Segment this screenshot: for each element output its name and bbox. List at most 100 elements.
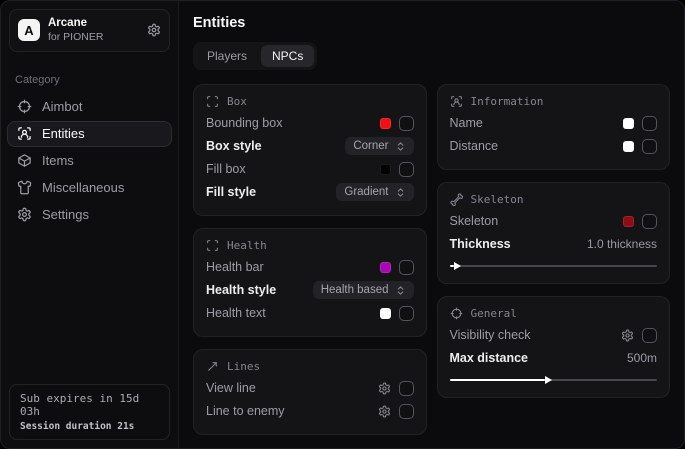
sidebar-item-aimbot[interactable]: Aimbot [7, 94, 172, 120]
health-style-dropdown[interactable]: Health based [313, 281, 414, 299]
bounding-box-icon [206, 239, 219, 252]
setting-row-skeleton: Skeleton [450, 210, 658, 232]
setting-label: Bounding box [206, 116, 282, 130]
checkbox[interactable] [642, 116, 657, 131]
setting-label: Skeleton [450, 214, 499, 228]
color-swatch[interactable] [623, 141, 634, 152]
chevrons-up-down-icon [395, 187, 406, 198]
slider-handle[interactable] [454, 262, 461, 270]
color-swatch[interactable] [623, 118, 634, 129]
checkbox[interactable] [642, 328, 657, 343]
tab-players[interactable]: Players [196, 45, 258, 67]
bone-icon [450, 193, 463, 206]
right-column: Information Name Distance [437, 84, 671, 398]
card-lines: Lines View line Line to enemy [193, 349, 427, 435]
card-information-header: Information [450, 95, 658, 108]
checkbox[interactable] [399, 404, 414, 419]
tab-npcs[interactable]: NPCs [261, 45, 314, 67]
gear-icon[interactable] [147, 23, 161, 37]
color-swatch[interactable] [380, 118, 391, 129]
crosshair-icon [450, 307, 463, 320]
setting-label: Fill style [206, 185, 256, 199]
brand-text: Arcane for PIONER [48, 16, 103, 45]
setting-row-line-to-enemy: Line to enemy [206, 400, 414, 422]
card-skeleton: Skeleton Skeleton Thickness 1.0 thicknes… [437, 182, 671, 284]
setting-label: Health style [206, 283, 276, 297]
setting-row-fill-style: Fill style Gradient [206, 181, 414, 203]
thickness-slider[interactable] [450, 261, 658, 271]
sidebar-item-miscellaneous[interactable]: Miscellaneous [7, 175, 172, 201]
diagonal-line-icon [206, 360, 219, 373]
setting-label: Name [450, 116, 483, 130]
brand-subtitle: for PIONER [48, 31, 103, 45]
sub-expiry-text: Sub expires in 15d 03h [20, 392, 159, 418]
dropdown-value: Gradient [344, 186, 388, 198]
chevrons-up-down-icon [395, 141, 406, 152]
card-title: Lines [227, 360, 260, 373]
slider-track[interactable] [450, 265, 658, 267]
checkbox[interactable] [642, 139, 657, 154]
checkbox[interactable] [399, 381, 414, 396]
color-swatch[interactable] [623, 216, 634, 227]
setting-row-bounding-box: Bounding box [206, 112, 414, 134]
crosshair-icon [17, 99, 32, 114]
app-window: A Arcane for PIONER Category Aimbot [0, 0, 685, 449]
checkbox[interactable] [399, 116, 414, 131]
package-icon [17, 153, 32, 168]
checkbox[interactable] [399, 162, 414, 177]
card-box: Box Bounding box Box style Corner [193, 84, 427, 216]
card-title: Information [471, 95, 544, 108]
category-label: Category [15, 74, 178, 86]
color-swatch[interactable] [380, 164, 391, 175]
card-title: Skeleton [471, 193, 524, 206]
slider-fill [450, 379, 545, 381]
setting-label: Distance [450, 139, 499, 153]
left-column: Box Bounding box Box style Corner [193, 84, 427, 435]
setting-row-thickness: Thickness 1.0 thickness [450, 233, 658, 255]
card-skeleton-header: Skeleton [450, 193, 658, 206]
fill-style-dropdown[interactable]: Gradient [336, 183, 413, 201]
sidebar-item-items[interactable]: Items [7, 148, 172, 174]
gear-icon[interactable] [378, 405, 391, 418]
setting-row-fill-box: Fill box [206, 158, 414, 180]
gear-icon[interactable] [378, 382, 391, 395]
color-swatch[interactable] [380, 308, 391, 319]
tab-bar: Players NPCs [193, 42, 317, 70]
sidebar-item-label: Settings [42, 207, 89, 222]
slider-handle[interactable] [545, 376, 552, 384]
card-title: Box [227, 95, 247, 108]
page-title: Entities [193, 15, 670, 31]
color-swatch[interactable] [380, 262, 391, 273]
checkbox[interactable] [399, 260, 414, 275]
scan-person-icon [450, 95, 463, 108]
subscription-info: Sub expires in 15d 03h Session duration … [9, 384, 170, 440]
setting-row-health-bar: Health bar [206, 256, 414, 278]
checkbox[interactable] [399, 306, 414, 321]
sidebar-item-label: Miscellaneous [42, 180, 124, 195]
card-health: Health Health bar Health style Health ba… [193, 228, 427, 337]
gear-icon[interactable] [621, 329, 634, 342]
card-box-header: Box [206, 95, 414, 108]
setting-label: Thickness [450, 237, 511, 251]
max-distance-slider[interactable] [450, 375, 658, 385]
card-information: Information Name Distance [437, 84, 671, 170]
scan-person-icon [17, 126, 32, 141]
sidebar-nav: Aimbot Entities Items Miscellaneous [1, 94, 178, 228]
gear-icon [17, 207, 32, 222]
card-general: General Visibility check Max distance [437, 296, 671, 398]
setting-label: Box style [206, 139, 262, 153]
card-general-header: General [450, 307, 658, 320]
setting-label: View line [206, 381, 256, 395]
brand-card: A Arcane for PIONER [9, 9, 170, 52]
sidebar-item-entities[interactable]: Entities [7, 121, 172, 147]
dropdown-value: Corner [353, 140, 388, 152]
sidebar-item-settings[interactable]: Settings [7, 202, 172, 228]
brand-name: Arcane [48, 16, 103, 31]
setting-label: Health bar [206, 260, 264, 274]
setting-row-health-text: Health text [206, 302, 414, 324]
sidebar-item-label: Items [42, 153, 74, 168]
box-style-dropdown[interactable]: Corner [345, 137, 413, 155]
checkbox[interactable] [642, 214, 657, 229]
cards-grid: Box Bounding box Box style Corner [193, 84, 670, 435]
setting-row-visibility-check: Visibility check [450, 324, 658, 346]
